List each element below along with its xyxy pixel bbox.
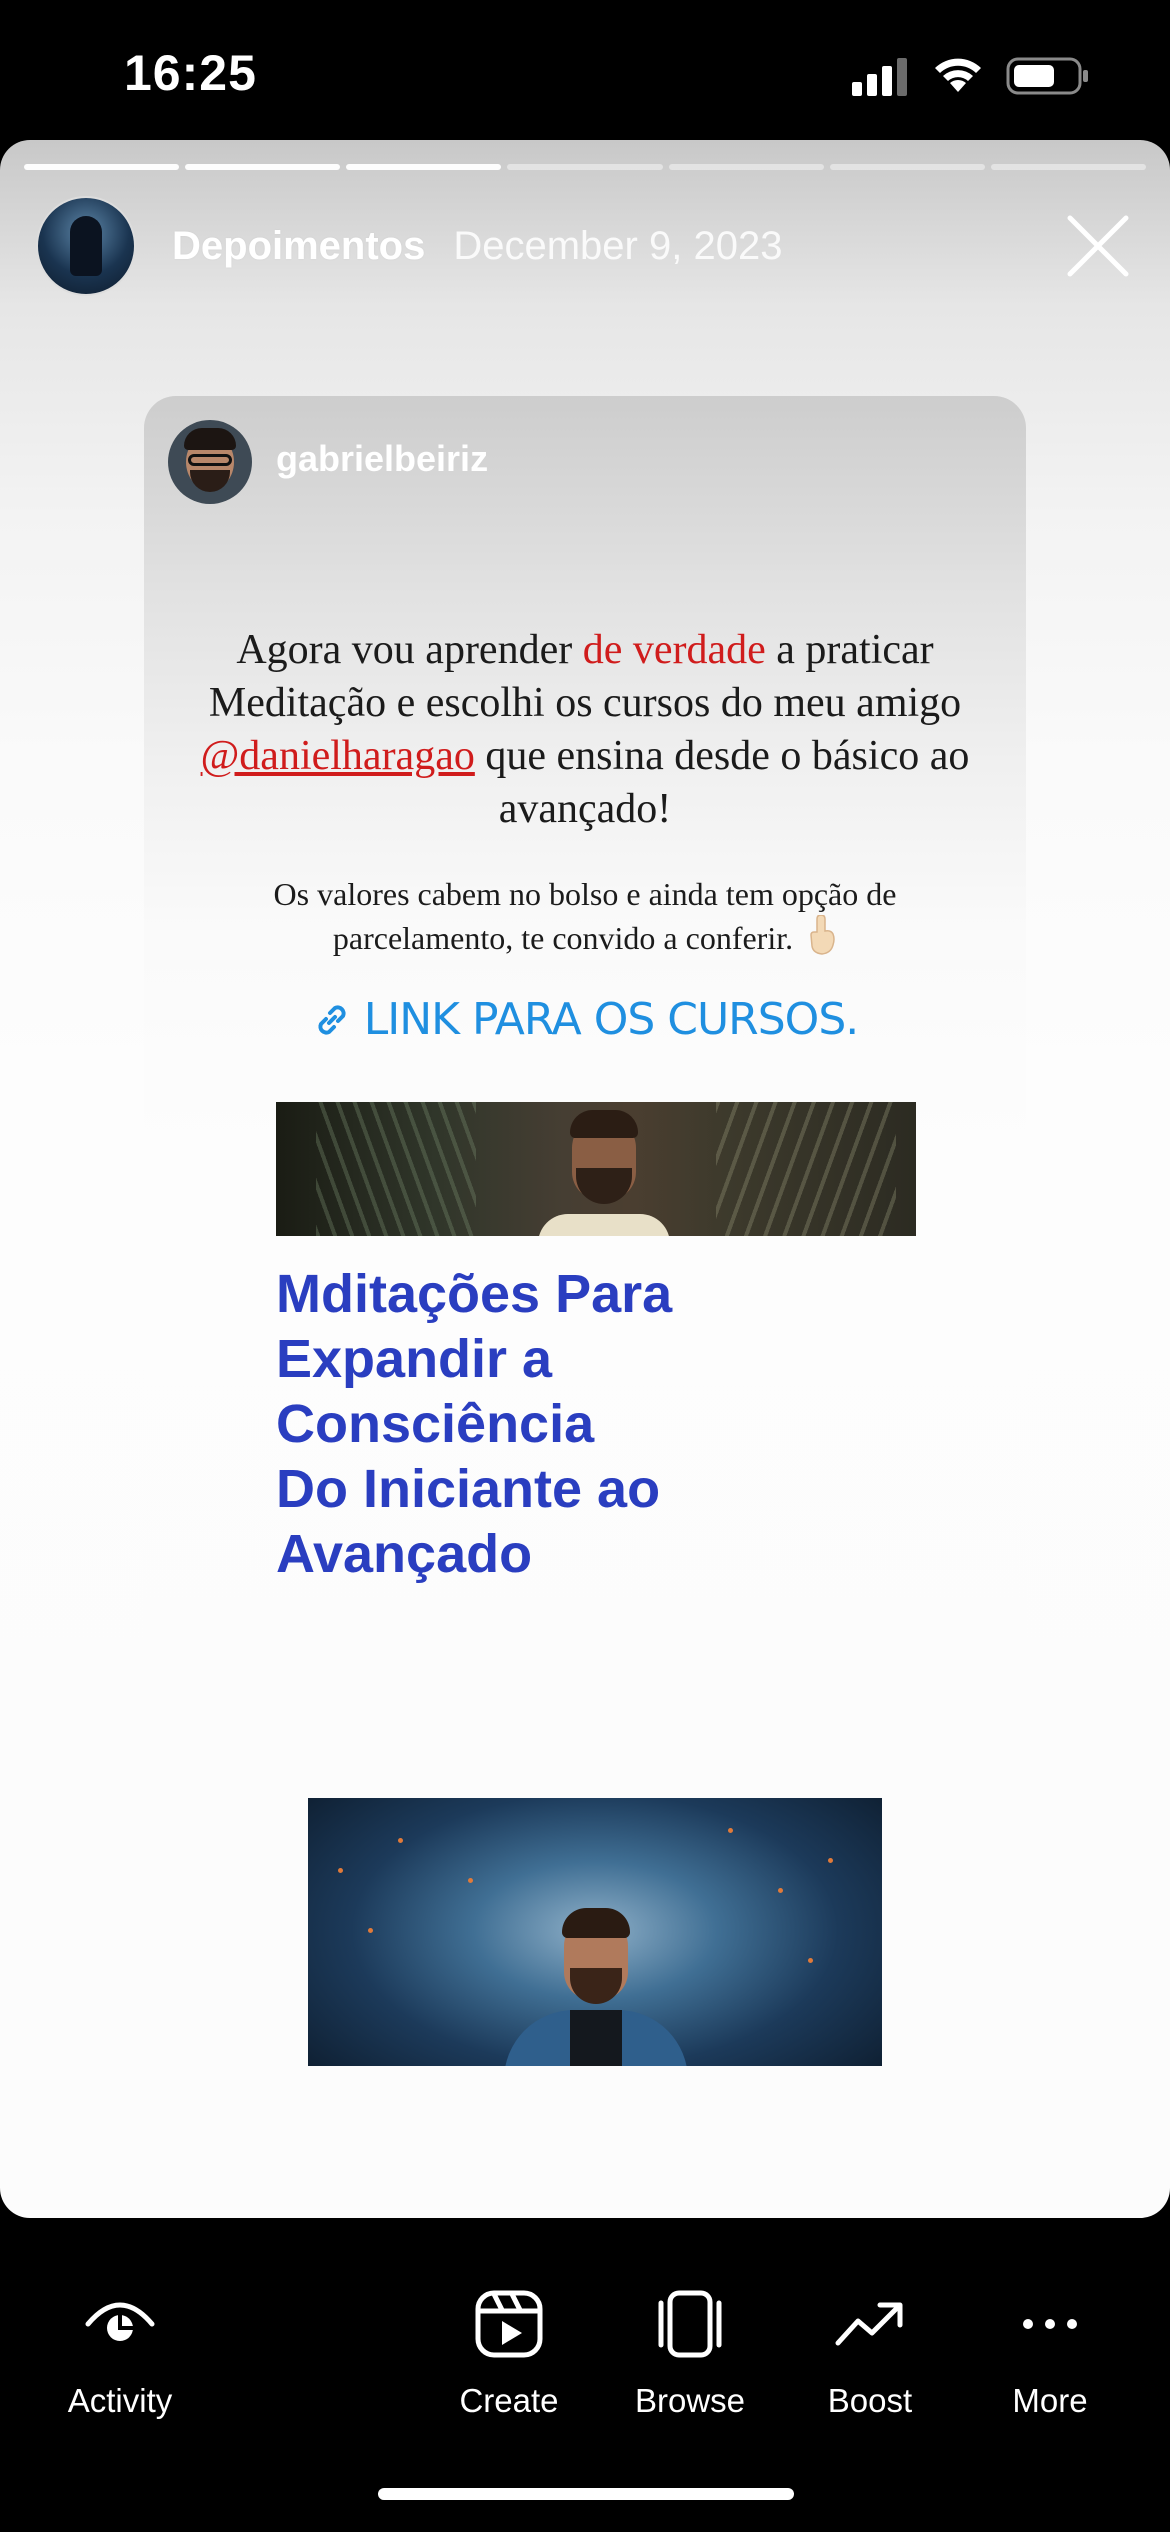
create-label: Create <box>459 2382 559 2419</box>
boost-label: Boost <box>827 2382 913 2419</box>
story-date: December 9, 2023 <box>453 223 783 268</box>
course-title-line: Do Iniciante ao <box>276 1459 661 1519</box>
browse-label: Browse <box>634 2382 746 2419</box>
story-header: Depoimentos December 9, 2023 <box>36 196 1134 296</box>
boost-trend-icon <box>834 2284 906 2364</box>
mention-link[interactable]: @danielharagao <box>201 733 475 779</box>
browse-cards-icon <box>652 2284 728 2364</box>
progress-segment <box>990 164 1146 170</box>
more-dots-icon <box>1020 2284 1080 2364</box>
activity-eye-icon <box>84 2284 156 2364</box>
account-avatar[interactable] <box>36 196 136 296</box>
activity-label: Activity <box>67 2382 173 2419</box>
shared-post-card[interactable]: gabrielbeiriz Agora vou aprender de verd… <box>144 396 1026 2066</box>
pointing-down-hand-icon <box>807 914 837 965</box>
course-banner-image <box>276 1102 916 1236</box>
progress-segment <box>24 164 180 170</box>
status-time: 16:25 <box>124 45 257 101</box>
course-title: Mditações Para Expandir a Consciência Do… <box>276 1262 916 1587</box>
progress-segment <box>185 164 341 170</box>
story-viewer[interactable]: Depoimentos December 9, 2023 gabrielbeir… <box>0 140 1170 2218</box>
boost-button[interactable]: Boost <box>780 2284 960 2420</box>
post-note-text: Os valores cabem no bolso e ainda tem op… <box>204 874 966 965</box>
course-title-line: Avançado <box>276 1524 533 1584</box>
post-author-avatar[interactable] <box>168 420 252 504</box>
story-progress-bar <box>24 164 1146 170</box>
more-label: More <box>1012 2382 1088 2419</box>
progress-segment <box>829 164 985 170</box>
wifi-icon <box>932 56 984 101</box>
course-title-line: Expandir a <box>276 1329 553 1389</box>
battery-icon <box>1006 56 1090 101</box>
more-button[interactable]: More <box>960 2284 1140 2420</box>
link-chain-icon <box>318 1004 346 1035</box>
activity-button[interactable]: Activity <box>30 2284 210 2420</box>
account-name[interactable]: Depoimentos <box>172 224 425 269</box>
post-author-username[interactable]: gabrielbeiriz <box>276 438 488 480</box>
home-indicator[interactable] <box>378 2488 794 2500</box>
post-quote-text: Agora vou aprender de verdade a praticar… <box>184 624 986 836</box>
progress-segment <box>346 164 502 170</box>
courses-link-label: LINK PARA OS CURSOS. <box>363 994 859 1045</box>
note-text: Os valores cabem no bolso e ainda tem op… <box>273 876 897 956</box>
course-title-line: Mditações Para <box>276 1264 673 1324</box>
progress-segment <box>507 164 663 170</box>
quote-highlight: de verdade <box>582 627 766 673</box>
courses-link[interactable]: LINK PARA OS CURSOS. <box>144 994 1026 1045</box>
progress-segment <box>668 164 824 170</box>
close-icon <box>1067 215 1129 277</box>
close-button[interactable] <box>1062 210 1134 282</box>
quote-text-part: Agora vou aprender <box>236 627 583 673</box>
bottom-toolbar: Activity Create Browse Boost More <box>0 2218 1170 2532</box>
reels-create-icon <box>474 2284 544 2364</box>
course-title-line: Consciência <box>276 1394 595 1454</box>
cellular-signal-icon <box>852 56 910 101</box>
quote-text-part: que ensina desde o básico ao avançado! <box>474 733 970 832</box>
browse-button[interactable]: Browse <box>600 2284 780 2420</box>
meditation-photo <box>308 1798 882 2066</box>
status-icons <box>852 56 1090 100</box>
status-bar: 16:25 <box>0 0 1170 140</box>
create-button[interactable]: Create <box>419 2284 599 2420</box>
